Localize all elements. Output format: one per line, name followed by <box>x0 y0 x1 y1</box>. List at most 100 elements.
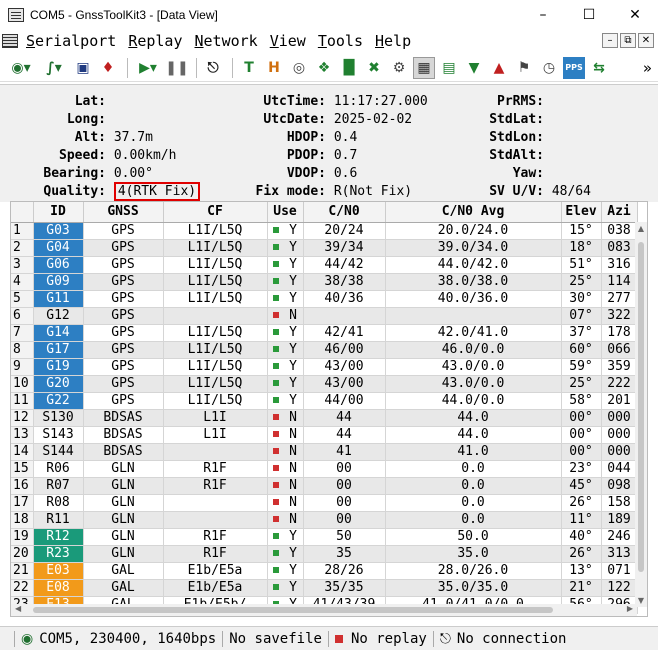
table-row[interactable]: 21 E03 GAL E1b/E5a Y 28/26 28.0/26.0 13° 071 <box>11 562 638 580</box>
use-indicator-icon <box>273 550 280 556</box>
bar-chart-icon[interactable]: █ <box>338 57 360 79</box>
connect-icon[interactable]: ◉▾ <box>6 57 36 79</box>
clock-icon[interactable]: ◷ <box>538 57 560 79</box>
gnss-cell-text: GPS <box>111 341 135 357</box>
table-row[interactable]: 13 S143 BDSAS L1I N 44 44.0 00° 000 <box>11 426 638 444</box>
horizontal-scrollbar[interactable]: ◀ ▶ <box>11 604 637 616</box>
table-row[interactable]: 7 G14 GPS L1I/L5Q Y 42/41 42.0/41.0 37° 178 <box>11 324 638 342</box>
row-number: 9 <box>11 358 34 376</box>
table-row[interactable]: 18 R11 GLN N 00 0.0 11° 189 <box>11 511 638 529</box>
table-row[interactable]: 9 G19 GPS L1I/L5Q Y 43/00 43.0/0.0 59° 359 <box>11 358 638 376</box>
table-row[interactable]: 19 R12 GLN R1F Y 50 50.0 40° 246 <box>11 528 638 546</box>
gnss-cell: BDSAS <box>83 426 164 444</box>
yaw-row: Yaw: <box>512 166 544 181</box>
route-icon[interactable]: ▲ <box>488 57 510 79</box>
column-header-id[interactable]: ID <box>33 202 84 223</box>
table-row[interactable]: 8 G17 GPS L1I/L5Q Y 46/00 46.0/0.0 60° 066 <box>11 341 638 359</box>
column-header-elev[interactable]: Elev <box>561 202 602 223</box>
column-header-cn0-avg[interactable]: C/N0 Avg <box>385 202 562 223</box>
maximize-button[interactable]: ☐ <box>566 0 612 30</box>
menu-view[interactable]: View <box>270 32 306 50</box>
table-row[interactable]: 17 R08 GLN N 00 0.0 26° 158 <box>11 494 638 512</box>
satellite-table[interactable]: ID GNSS CF Use C/N0 C/N0 Avg Elev Azi 1 G… <box>10 201 648 617</box>
row-number: 18 <box>11 511 34 529</box>
azi-cell-text: 114 <box>607 273 631 289</box>
table-row[interactable]: 5 G11 GPS L1I/L5Q Y 40/36 40.0/36.0 30° 277 <box>11 290 638 308</box>
table-row[interactable]: 10 G20 GPS L1I/L5Q Y 43/00 43.0/0.0 25° 222 <box>11 375 638 393</box>
table-row[interactable]: 16 R07 GLN R1F N 00 0.0 45° 098 <box>11 477 638 495</box>
table-row[interactable]: 2 G04 GPS L1I/L5Q Y 39/34 39.0/34.0 18° 083 <box>11 239 638 257</box>
gnss-cell-text: GPS <box>111 222 135 238</box>
use-indicator-icon <box>273 482 280 488</box>
cn0-avg-cell: 20.0/24.0 <box>385 222 562 240</box>
cn0-cell-text: 42/41 <box>324 324 364 340</box>
cn0-avg-cell: 44.0 <box>385 409 562 427</box>
table-row[interactable]: 3 G06 GPS L1I/L5Q Y 44/42 44.0/42.0 51° 316 <box>11 256 638 274</box>
use-indicator-icon <box>273 261 280 267</box>
column-header-use[interactable]: Use <box>267 202 304 223</box>
sat-id-text: G14 <box>46 324 70 340</box>
close-button[interactable]: ✕ <box>612 0 658 30</box>
horizontal-scroll-thumb[interactable] <box>33 607 553 613</box>
mdi-close-button[interactable]: ✕ <box>638 33 654 48</box>
table-row[interactable]: 12 S130 BDSAS L1I N 44 44.0 00° 000 <box>11 409 638 427</box>
column-header-rownum[interactable] <box>11 202 34 223</box>
table-row[interactable]: 4 G09 GPS L1I/L5Q Y 38/38 38.0/38.0 25° 114 <box>11 273 638 291</box>
table-row[interactable]: 20 R23 GLN R1F Y 35 35.0 26° 313 <box>11 545 638 563</box>
table-icon[interactable]: ▤ <box>438 57 460 79</box>
azi-cell-text: 313 <box>607 545 631 561</box>
pause-icon[interactable]: ❚❚ <box>165 57 188 79</box>
download-icon[interactable]: ▼ <box>463 57 485 79</box>
pps-icon[interactable]: PPS <box>563 56 585 79</box>
mdi-restore-button[interactable]: ⧉ <box>620 33 636 48</box>
vertical-scrollbar[interactable]: ▲ ▼ <box>635 222 647 607</box>
sat-id-text: G11 <box>46 290 70 306</box>
gear-icon[interactable]: ⚙ <box>388 57 410 79</box>
elev-cell-text: 30° <box>569 290 593 306</box>
swap-icon[interactable]: ⇆ <box>588 57 610 79</box>
scroll-left-icon[interactable]: ◀ <box>15 604 21 613</box>
table-row[interactable]: 15 R06 GLN R1F N 00 0.0 23° 044 <box>11 460 638 478</box>
column-header-cf[interactable]: CF <box>163 202 268 223</box>
column-header-cn0[interactable]: C/N0 <box>303 202 386 223</box>
cf-cell-text: R1F <box>203 477 227 493</box>
elev-cell-text: 37° <box>569 324 593 340</box>
column-header-azi[interactable]: Azi <box>601 202 638 223</box>
scroll-up-icon[interactable]: ▲ <box>635 224 647 233</box>
menu-replay[interactable]: Replay <box>128 32 182 50</box>
target-icon[interactable]: ◎ <box>288 57 310 79</box>
mdi-minimize-button[interactable]: – <box>602 33 618 48</box>
toolbar-overflow-icon[interactable]: » <box>643 59 652 77</box>
mdi-window-icon[interactable] <box>2 34 18 48</box>
compass-icon[interactable]: ❖ <box>313 57 335 79</box>
gnss-cell: GPS <box>83 375 164 393</box>
vertical-scroll-thumb[interactable] <box>638 242 644 572</box>
data-view-icon[interactable]: ▦ <box>413 56 435 79</box>
cn0-avg-cell-text: 44.0 <box>457 409 489 425</box>
table-row[interactable]: 1 G03 GPS L1I/L5Q Y 20/24 20.0/24.0 15° 038 <box>11 222 638 240</box>
table-row[interactable]: 11 G22 GPS L1I/L5Q Y 44/00 44.0/0.0 58° 201 <box>11 392 638 410</box>
minimize-button[interactable]: – <box>520 0 566 30</box>
scroll-right-icon[interactable]: ▶ <box>627 604 633 613</box>
cf-cell-text: L1I <box>203 426 227 442</box>
table-row[interactable]: 14 S144 BDSAS N 41 41.0 00° 000 <box>11 443 638 461</box>
pulse-icon[interactable]: ∫▾ <box>39 57 69 79</box>
row-number-text: 13 <box>13 426 29 442</box>
save-icon[interactable]: ▣ <box>72 57 94 79</box>
tag-icon[interactable]: ♦ <box>97 57 119 79</box>
cn0-avg-cell-text: 0.0 <box>461 477 485 493</box>
plug-icon[interactable]: ⎋ <box>202 57 224 79</box>
text-tool-icon[interactable]: T <box>238 57 260 79</box>
header-icon[interactable]: H <box>263 57 285 79</box>
menu-help[interactable]: Help <box>375 32 411 50</box>
table-row[interactable]: 22 E08 GAL E1b/E5a Y 35/35 35.0/35.0 21° 122 <box>11 579 638 597</box>
map-icon[interactable]: ⚑ <box>513 57 535 79</box>
column-header-gnss[interactable]: GNSS <box>83 202 164 223</box>
menu-serialport[interactable]: Serialport <box>26 32 116 50</box>
table-row[interactable]: 6 G12 GPS N 07° 322 <box>11 307 638 325</box>
menu-tools[interactable]: Tools <box>318 32 363 50</box>
satellite-icon[interactable]: ✖ <box>363 57 385 79</box>
sat-id: G20 <box>33 375 84 393</box>
menu-network[interactable]: Network <box>195 32 258 50</box>
play-icon[interactable]: ▶▾ <box>133 57 163 79</box>
